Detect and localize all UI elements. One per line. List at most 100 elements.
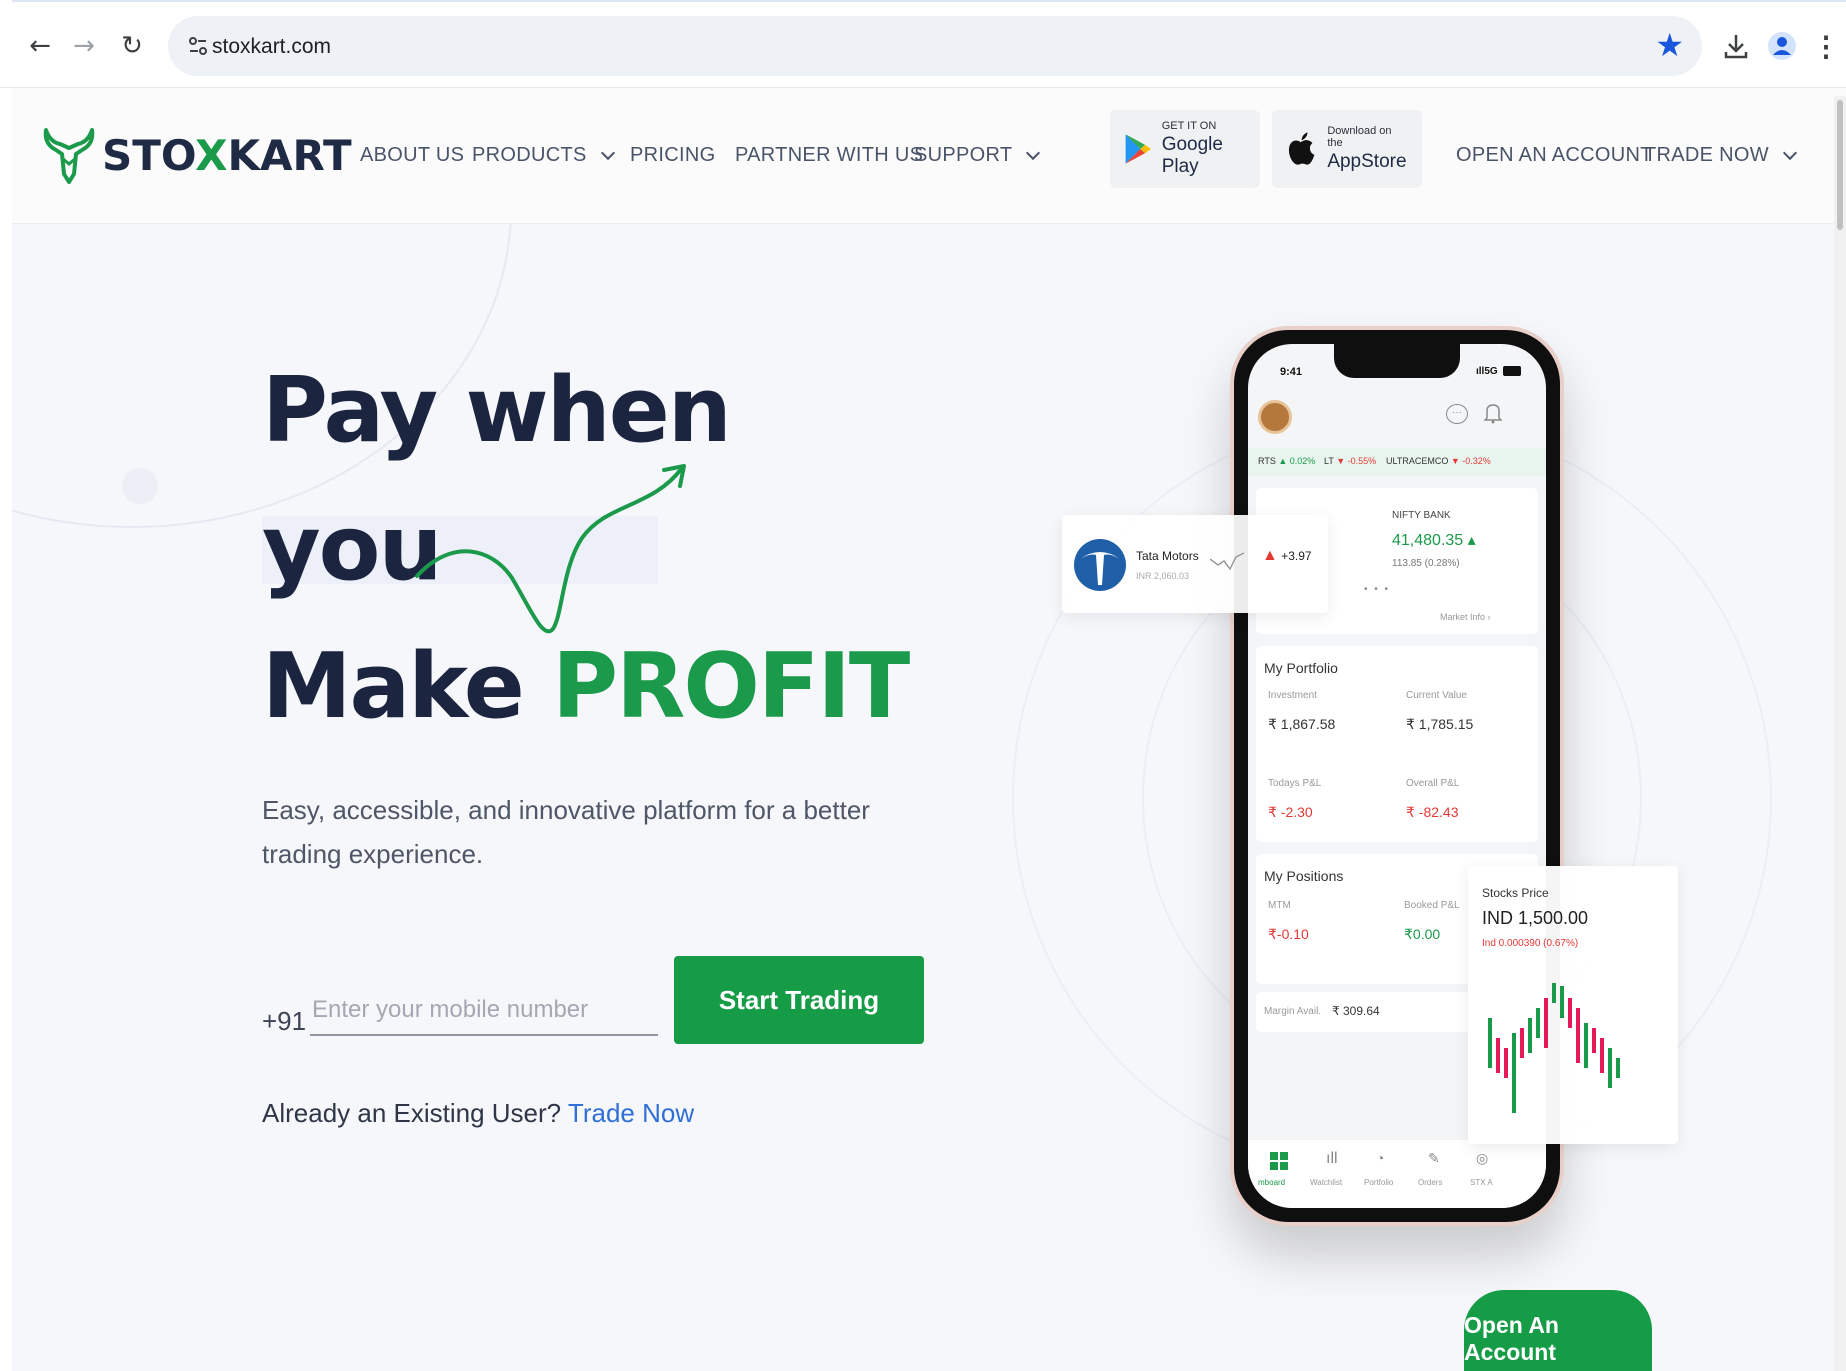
trade-now-link[interactable]: Trade Now	[568, 1098, 694, 1128]
site-settings-icon[interactable]	[182, 30, 214, 62]
index-value: 41,480.35 ▴	[1392, 532, 1476, 549]
google-play-icon	[1125, 134, 1151, 164]
tata-logo-icon	[1074, 539, 1126, 591]
nav-partner-with-us[interactable]: PARTNER WITH US	[735, 144, 923, 167]
margin-value: ₹ 309.64	[1332, 1004, 1380, 1018]
site-header: STOXKART ABOUT US PRODUCTS PRICING PARTN…	[12, 88, 1846, 224]
open-an-account-button[interactable]: Open An Account	[1464, 1290, 1652, 1371]
phone-network: 5G	[1484, 366, 1498, 377]
portfolio-card[interactable]: My Portfolio Investment ₹ 1,867.58 Curre…	[1256, 646, 1538, 842]
browser-menu-icon[interactable]: ⋮	[1806, 26, 1846, 66]
bell-icon[interactable]	[1483, 402, 1503, 429]
phone-signal: ıll5G	[1476, 366, 1522, 377]
stock-card-change: Ind 0.000390 (0.67%)	[1482, 938, 1579, 949]
phone-notch	[1334, 344, 1460, 378]
chevron-down-icon	[600, 145, 615, 160]
margin-label: Margin Avail.	[1264, 1006, 1322, 1017]
stx-tab-icon[interactable]: ◎	[1476, 1150, 1488, 1167]
phone-time: 9:41	[1280, 366, 1303, 378]
nav-about-us[interactable]: ABOUT US	[360, 144, 464, 167]
back-icon[interactable]: ←	[22, 28, 58, 64]
growth-arrow-icon	[415, 464, 686, 634]
reload-icon[interactable]: ↻	[114, 28, 150, 64]
google-play-small-text: GET IT ON	[1161, 120, 1217, 132]
current-value-label: Current Value	[1406, 690, 1467, 701]
stock-card-title: Stocks Price	[1482, 886, 1549, 900]
index-name: NIFTY BANK	[1392, 510, 1451, 521]
bull-logo-icon	[43, 128, 95, 184]
start-trading-button[interactable]: Start Trading	[674, 956, 924, 1044]
battery-icon	[1503, 366, 1522, 377]
tab-stx[interactable]: STX A	[1470, 1178, 1493, 1187]
url-text[interactable]: stoxkart.com	[212, 35, 331, 59]
candlestick-chart	[1488, 983, 1620, 1113]
hero-subtitle: Easy, accessible, and innovative platfor…	[262, 795, 870, 869]
chat-icon[interactable]: ···	[1446, 404, 1468, 424]
mtm-value: ₹-0.10	[1268, 926, 1309, 942]
tab-orders[interactable]: Orders	[1418, 1178, 1442, 1187]
google-play-label: Google Play	[1161, 134, 1223, 177]
booked-pnl-label: Booked P&L	[1404, 900, 1460, 911]
nav-products-label: PRODUCTS	[472, 144, 587, 166]
chevron-down-icon	[1782, 145, 1797, 160]
nav-partner-label: PARTNER WITH US	[735, 144, 924, 166]
profile-icon[interactable]	[1762, 26, 1802, 66]
nav-support[interactable]: SUPPORT	[914, 144, 1041, 167]
stoxkart-logo[interactable]: STOXKART	[42, 124, 352, 186]
orders-tab-icon[interactable]: ✎	[1428, 1150, 1440, 1167]
nav-products[interactable]: PRODUCTS	[472, 144, 615, 167]
phone-tab-bar	[1248, 1140, 1546, 1208]
market-info-link[interactable]: Market Info ›	[1440, 612, 1491, 622]
page-scrollbar[interactable]	[1834, 96, 1846, 1371]
app-store-badge[interactable]: Download on the AppStore	[1272, 110, 1422, 188]
ticker-item: LT ▼ -0.55%	[1324, 456, 1377, 466]
overall-pnl-label: Overall P&L	[1406, 778, 1460, 789]
app-store-label: AppStore	[1327, 151, 1407, 172]
tab-dashboard[interactable]: mboard	[1258, 1178, 1285, 1187]
download-icon[interactable]	[1716, 26, 1756, 66]
nav-pricing[interactable]: PRICING	[630, 144, 715, 167]
carousel-dots: • • •	[1364, 584, 1391, 595]
portfolio-tab-icon[interactable]: ◔	[1376, 1150, 1384, 1166]
mobile-number-input[interactable]	[310, 986, 658, 1036]
headline-line-3: Make PROFIT	[262, 634, 910, 739]
todays-pnl-value: ₹ -2.30	[1268, 804, 1313, 820]
sparkline-icon	[1210, 552, 1244, 571]
nav-pricing-label: PRICING	[630, 144, 716, 166]
browser-toolbar: ← → ↻ stoxkart.com ★ ⋮	[0, 0, 1846, 88]
positions-title: My Positions	[1264, 868, 1344, 884]
index-change: 113.85 (0.28%)	[1392, 558, 1460, 569]
existing-user-text: Already an Existing User? Trade Now	[262, 1098, 695, 1128]
overall-pnl-value: ₹ -82.43	[1406, 804, 1459, 820]
tata-price: INR 2,060.03	[1136, 571, 1190, 581]
ticker-item: ULTRACEMCO ▼ -0.32%	[1386, 456, 1491, 466]
stock-price-card: Stocks Price IND 1,500.00 Ind 0.000390 (…	[1468, 866, 1678, 1144]
tab-portfolio[interactable]: Portfolio	[1364, 1178, 1393, 1187]
current-value: ₹ 1,785.15	[1406, 716, 1474, 732]
tab-watchlist[interactable]: Watchlist	[1310, 1178, 1342, 1187]
scrollbar-thumb[interactable]	[1837, 100, 1843, 230]
apple-icon	[1288, 132, 1315, 165]
nav-support-label: SUPPORT	[914, 144, 1013, 166]
app-store-small-text: Download on the	[1327, 125, 1392, 149]
brand-name: STOXKART	[102, 130, 352, 180]
stock-card-value: IND 1,500.00	[1482, 908, 1589, 928]
tata-name: Tata Motors	[1136, 549, 1199, 563]
dashboard-tab-icon[interactable]	[1270, 1152, 1288, 1175]
investment-value: ₹ 1,867.58	[1268, 716, 1336, 732]
google-play-badge[interactable]: GET IT ON Google Play	[1110, 110, 1260, 188]
forward-icon[interactable]: →	[66, 28, 102, 64]
address-bar[interactable]: stoxkart.com ★	[168, 16, 1702, 76]
ticker-item: RTS ▲ 0.02%	[1258, 456, 1316, 466]
nav-open-an-account[interactable]: OPEN AN ACCOUNT	[1456, 144, 1653, 167]
avatar[interactable]	[1258, 400, 1292, 434]
watchlist-tab-icon[interactable]: ıll	[1326, 1150, 1338, 1168]
investment-label: Investment	[1268, 690, 1317, 701]
nav-trade-now-label: TRADE NOW	[1644, 144, 1769, 166]
bookmark-star-icon[interactable]: ★	[1655, 26, 1684, 64]
nav-trade-now[interactable]: TRADE NOW	[1644, 144, 1797, 167]
chevron-down-icon	[1026, 145, 1041, 160]
site-page: STOXKART ABOUT US PRODUCTS PRICING PARTN…	[12, 88, 1846, 1371]
decorative-dot	[122, 468, 158, 504]
tab-strip-edge	[12, 0, 1846, 6]
